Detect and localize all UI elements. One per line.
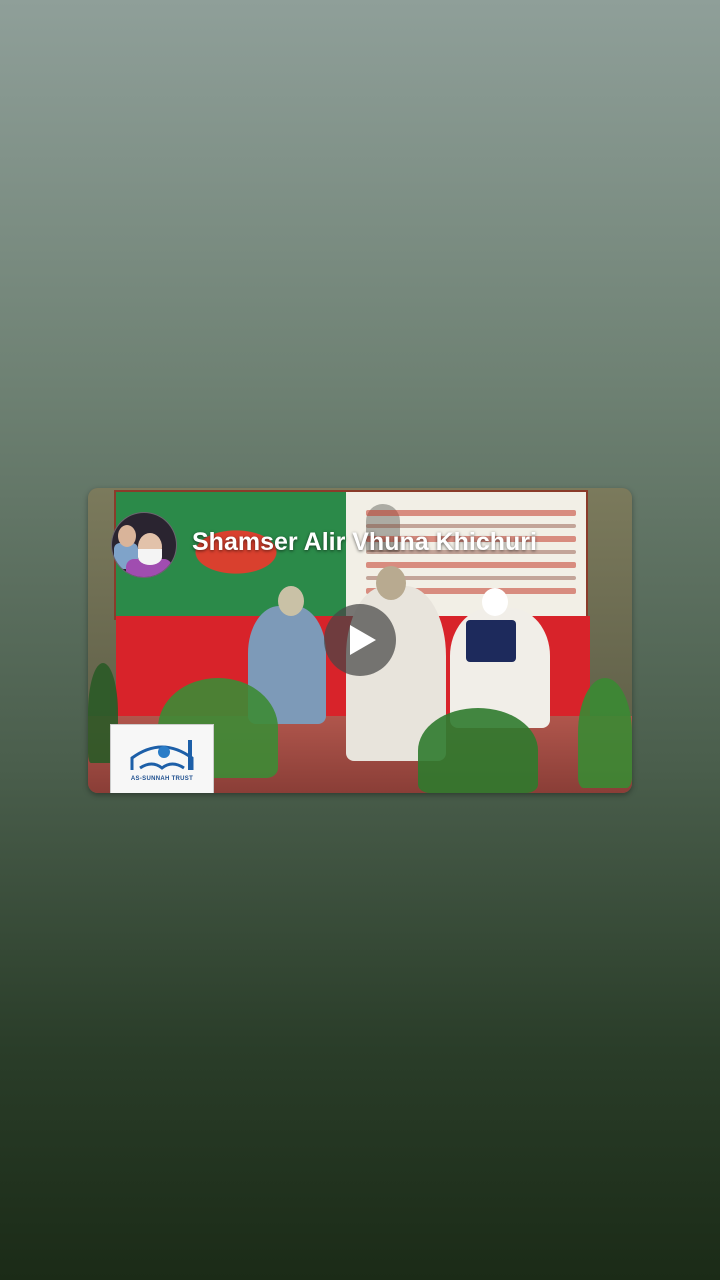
plant xyxy=(578,678,632,788)
video-title[interactable]: Shamser Alir Vhuna Khichuri xyxy=(192,528,537,557)
video-card[interactable]: AS-SUNNAH TRUST Shamser Alir Vhuna Khich… xyxy=(88,488,632,793)
play-button[interactable] xyxy=(324,604,396,676)
channel-avatar[interactable] xyxy=(111,512,177,578)
mosque-logo-icon xyxy=(130,740,194,770)
as-sunnah-trust-logo: AS-SUNNAH TRUST xyxy=(110,724,214,793)
plant xyxy=(418,708,538,793)
logo-caption: AS-SUNNAH TRUST xyxy=(130,776,194,782)
play-icon xyxy=(350,625,376,655)
